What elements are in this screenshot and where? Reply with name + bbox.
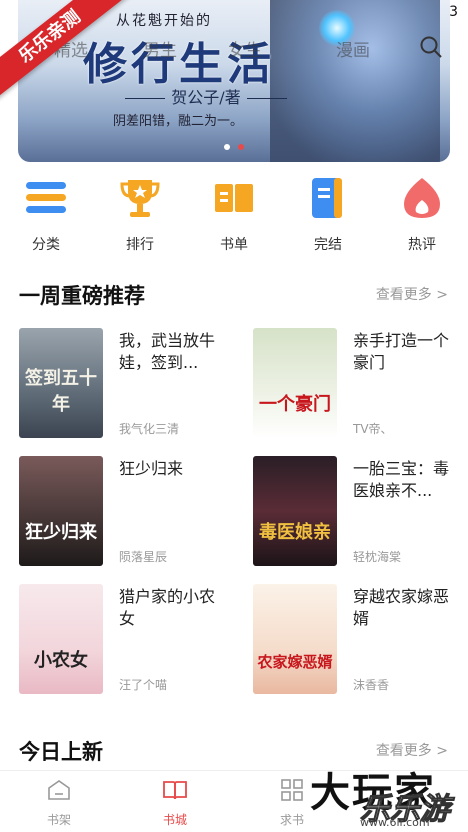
trophy-icon (120, 180, 160, 217)
category-booklist[interactable]: 书单 (204, 176, 264, 254)
book-title: 亲手打造一个豪门 (353, 331, 450, 372)
category-finished[interactable]: 完结 (298, 176, 358, 254)
book-cover: 小农女 (19, 584, 103, 694)
banner-author: 贺公子/著 (106, 84, 306, 108)
pager-dot[interactable] (224, 144, 230, 150)
flame-icon (404, 178, 440, 218)
category-label: 排行 (126, 237, 154, 253)
pager-dot-active[interactable] (238, 144, 244, 150)
book-card[interactable]: 狂少归来 狂少归来 陨落星辰 (19, 456, 233, 566)
category-label: 分类 (32, 237, 60, 253)
book-author: 汪了个喵 (119, 678, 168, 692)
category-classify[interactable]: 分类 (16, 176, 76, 254)
tab-male[interactable]: 男生 (143, 36, 177, 61)
book-author: 沫香香 (353, 678, 390, 692)
book-card[interactable]: 签到五十年 我，武当放牛娃，签到... 我气化三清 (19, 328, 233, 438)
book-cover: 一个豪门 (253, 328, 337, 438)
nav-bookshelf[interactable]: 书架 (29, 779, 89, 828)
app-screen: { "status_bar": {"time": "8:33"}, "ribbo… (0, 0, 468, 832)
category-label: 书单 (220, 237, 248, 253)
book-author: 轻枕海棠 (353, 550, 402, 564)
category-row: 分类 排行 书单 完结 热评 (0, 176, 468, 253)
nav-label: 书城 (162, 813, 187, 827)
nav-label: 书架 (46, 813, 71, 827)
bookmark-icon (312, 178, 342, 218)
book-title: 一胎三宝：毒医娘亲不... (353, 459, 450, 500)
book-author: 我气化三清 (119, 422, 180, 436)
category-label: 完结 (314, 237, 342, 253)
tab-comics[interactable]: 漫画 (336, 36, 370, 61)
category-hot-reviews[interactable]: 热评 (392, 176, 452, 254)
book-title: 狂少归来 (119, 459, 184, 478)
book-icon (215, 184, 253, 212)
book-cover: 签到五十年 (19, 328, 103, 438)
tab-female[interactable]: 女生 (228, 36, 262, 61)
banner-tagline: 阴差阳错，融二为一。 (113, 114, 244, 129)
book-card[interactable]: 小农女 猎户家的小农女 汪了个喵 (19, 584, 233, 694)
list-icon (26, 182, 66, 213)
book-author: TV帝、 (353, 422, 393, 436)
section-title-weekly: 一周重磅推荐 (19, 284, 145, 308)
category-label: 热评 (408, 237, 436, 253)
open-book-icon (163, 781, 187, 800)
book-author: 陨落星辰 (119, 550, 168, 564)
bookshelf-icon (48, 780, 70, 800)
book-cover: 毒医娘亲 (253, 456, 337, 566)
book-card[interactable]: 毒医娘亲 一胎三宝：毒医娘亲不... 轻枕海棠 (253, 456, 467, 566)
book-title: 穿越农家嫁恶婿 (353, 587, 450, 628)
section-title-today: 今日上新 (19, 740, 103, 764)
banner-pager[interactable] (18, 144, 450, 150)
weekly-more-link[interactable]: 查看更多 > (376, 284, 448, 304)
book-cover: 农家嫁恶婿 (253, 584, 337, 694)
watermark-url: www.6ll.com (360, 816, 430, 829)
book-card[interactable]: 农家嫁恶婿 穿越农家嫁恶婿 沫香香 (253, 584, 467, 694)
book-cover: 狂少归来 (19, 456, 103, 566)
book-card[interactable]: 一个豪门 亲手打造一个豪门 TV帝、 (253, 328, 467, 438)
search-icon[interactable] (420, 36, 442, 58)
nav-bookstore[interactable]: 书城 (145, 779, 205, 828)
book-title: 我，武当放牛娃，签到... (119, 331, 216, 372)
category-ranking[interactable]: 排行 (110, 176, 170, 254)
banner-hero-image (270, 0, 440, 162)
site-watermark: 大玩家 乐乐游戏 www.6ll.com (300, 760, 468, 832)
book-title: 猎户家的小农女 (119, 587, 216, 628)
banner-top-line: 从花魁开始的 (116, 13, 212, 29)
today-more-link[interactable]: 查看更多 > (376, 740, 448, 760)
